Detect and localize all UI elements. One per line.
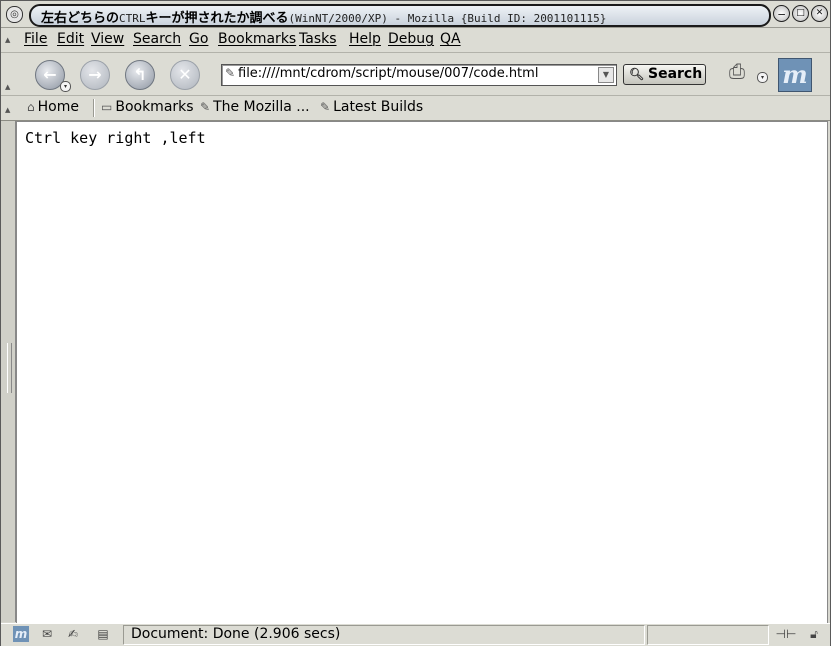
url-input[interactable]: file:////mnt/cdrom/script/mouse/007/code… — [238, 66, 538, 81]
window-menu-icon[interactable]: ◎ — [6, 6, 23, 23]
folder-icon: ▭ — [101, 100, 113, 114]
personalbar-grip-icon[interactable]: ▲ — [5, 106, 10, 114]
title-ctrl-part: CTRL — [119, 12, 146, 25]
title-bold-part: 左右どちらの — [41, 11, 120, 26]
home-label: Home — [37, 99, 79, 115]
forward-button[interactable]: → — [80, 60, 110, 90]
address-book-icon[interactable]: ▤ — [93, 626, 113, 642]
search-button-label: Search — [648, 66, 703, 82]
menu-view[interactable]: View — [91, 31, 124, 47]
reload-button[interactable]: ↰ — [125, 60, 155, 90]
window-title: 左右どちらのCTRLキーが押されたか調べる(WinNT/2000/XP) - M… — [29, 4, 771, 27]
home-button[interactable]: ⌂ Home — [27, 99, 79, 115]
menu-bookmarks[interactable]: Bookmarks — [218, 31, 296, 47]
bookmarks-label: Bookmarks — [115, 99, 194, 115]
print-dropdown-icon[interactable]: ▾ — [757, 72, 768, 83]
print-icon[interactable]: ⎙ — [729, 59, 753, 83]
menu-tasks[interactable]: Tasks — [299, 31, 337, 47]
title-bold-part-2: キーが押されたか調べる — [145, 11, 289, 26]
latest-builds-bookmark[interactable]: ✎ Latest Builds — [320, 99, 423, 115]
menu-edit[interactable]: Edit — [57, 31, 84, 47]
page-content: Ctrl key right ,left — [16, 121, 828, 624]
navigator-icon[interactable]: m — [13, 626, 29, 642]
composer-icon[interactable]: ✍ — [64, 626, 82, 642]
menu-help[interactable]: Help — [349, 31, 381, 47]
mozilla-logo-icon[interactable]: m — [778, 58, 812, 92]
sidebar-grip-icon[interactable] — [7, 343, 12, 393]
menu-file[interactable]: File — [24, 31, 47, 47]
back-arrow-icon: ← — [43, 65, 57, 84]
page-text: Ctrl key right ,left — [25, 129, 206, 147]
bookmarks-button[interactable]: ▭ Bookmarks — [101, 99, 194, 115]
navigation-toolbar: ▲ ← ▾ → ↰ ✕ ✎ file:////mnt/cdrom/script/… — [1, 53, 830, 96]
bookmark-icon: ✎ — [320, 100, 331, 114]
back-dropdown-icon[interactable]: ▾ — [60, 81, 71, 92]
stop-icon: ✕ — [178, 65, 192, 84]
title-rest-part: (WinNT/2000/XP) - Mozilla {Build ID: 200… — [288, 12, 607, 25]
window-title-text: 左右どちらのCTRLキーが押されたか調べる(WinNT/2000/XP) - M… — [41, 7, 607, 26]
search-button[interactable]: 🔍︎ Search — [623, 64, 706, 85]
navbar-grip-icon[interactable]: ▲ — [5, 83, 10, 91]
toolbar-separator — [93, 99, 95, 117]
stop-button[interactable]: ✕ — [170, 60, 200, 90]
menu-bar: ▲ File Edit View Search Go Bookmarks Tas… — [1, 28, 830, 53]
url-bar[interactable]: ✎ file:////mnt/cdrom/script/mouse/007/co… — [221, 64, 617, 86]
mail-icon[interactable]: ✉ — [38, 626, 56, 642]
reload-icon: ↰ — [133, 65, 147, 84]
security-lock-icon[interactable]: 🔓︎ — [806, 626, 822, 642]
menu-search[interactable]: Search — [133, 31, 181, 47]
mozilla-bookmark[interactable]: ✎ The Mozilla ... — [200, 99, 310, 115]
mozilla-bookmark-label: The Mozilla ... — [213, 99, 310, 115]
progress-panel — [647, 625, 769, 645]
latest-builds-label: Latest Builds — [333, 99, 424, 115]
menu-go[interactable]: Go — [189, 31, 208, 47]
url-dropdown-icon[interactable]: ▼ — [598, 67, 614, 83]
menu-debug[interactable]: Debug — [388, 31, 434, 47]
maximize-button[interactable]: □ — [792, 5, 809, 22]
page-proxy-icon[interactable]: ✎ — [225, 66, 235, 80]
online-status-icon[interactable]: ⊣⊢ — [773, 626, 799, 642]
menubar-grip-icon[interactable]: ▲ — [5, 36, 10, 44]
title-bar: ◎ 左右どちらのCTRLキーが押されたか調べる(WinNT/2000/XP) -… — [1, 1, 830, 28]
close-button[interactable]: ✕ — [811, 5, 828, 22]
status-text: Document: Done (2.906 secs) — [131, 626, 341, 642]
bookmark-icon: ✎ — [200, 100, 211, 114]
status-bar: m ✉ ✍ ▤ Document: Done (2.906 secs) ⊣⊢ 🔓… — [1, 623, 830, 646]
sidebar-splitter[interactable] — [1, 121, 16, 622]
menu-qa[interactable]: QA — [440, 31, 461, 47]
browser-window: ◎ 左右どちらのCTRLキーが押されたか調べる(WinNT/2000/XP) -… — [0, 0, 831, 646]
personal-toolbar: ▲ ⌂ Home ▭ Bookmarks ✎ The Mozilla ... ✎ Lat… — [1, 96, 830, 121]
home-icon: ⌂ — [27, 100, 35, 114]
search-icon: 🔍︎ — [629, 67, 645, 81]
minimize-button[interactable]: ⚊ — [773, 5, 790, 22]
forward-arrow-icon: → — [88, 65, 102, 84]
